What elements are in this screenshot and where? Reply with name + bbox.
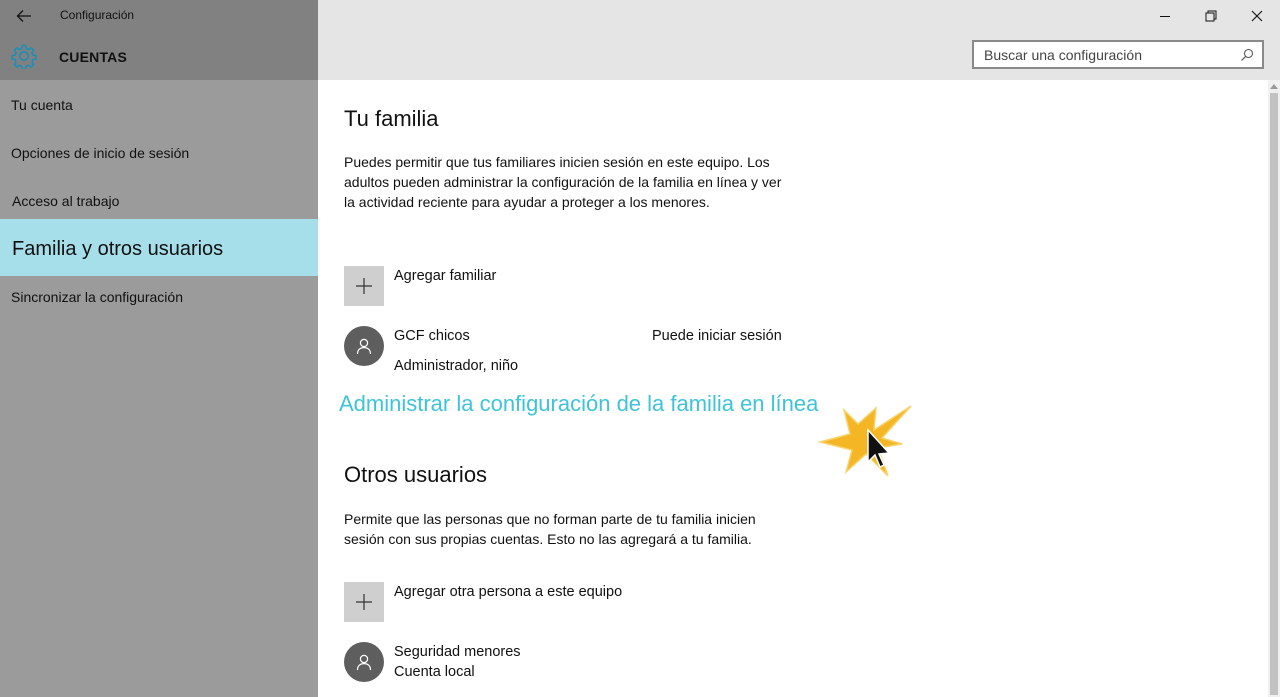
- search-box[interactable]: [972, 40, 1264, 69]
- back-arrow-icon: [16, 10, 31, 22]
- other-users-heading: Otros usuarios: [344, 462, 488, 487]
- sidebar-item-opciones-inicio-sesion[interactable]: Opciones de inicio de sesión: [0, 133, 318, 173]
- scrollbar-thumb[interactable]: [1270, 93, 1278, 695]
- app-title: Configuración: [60, 8, 135, 22]
- gear-icon: [11, 44, 37, 69]
- back-button[interactable]: [10, 4, 38, 28]
- sidebar-item-familia-otros-usuarios[interactable]: Familia y otros usuarios: [0, 219, 318, 276]
- title-bar-left: Configuración: [0, 0, 318, 32]
- add-other-user-button[interactable]: [344, 582, 384, 622]
- search-input[interactable]: [974, 42, 1236, 67]
- restore-icon: [1205, 10, 1217, 22]
- mouse-cursor-icon: [817, 405, 912, 477]
- person-icon: [356, 654, 372, 671]
- family-member-status: Puede iniciar sesión: [652, 328, 782, 344]
- section-title: CUENTAS: [59, 49, 128, 65]
- close-icon: [1251, 10, 1263, 22]
- sidebar-item-label: Familia y otros usuarios: [12, 238, 224, 260]
- avatar: [344, 326, 384, 366]
- scroll-up-button[interactable]: [1268, 80, 1280, 92]
- close-button[interactable]: [1234, 0, 1280, 32]
- minimize-button[interactable]: [1142, 0, 1188, 32]
- family-member-name[interactable]: GCF chicos: [394, 328, 470, 344]
- sidebar-item-sincronizar[interactable]: Sincronizar la configuración: [0, 277, 318, 317]
- add-family-label[interactable]: Agregar familiar: [394, 268, 496, 284]
- section-header: [0, 32, 318, 80]
- search-icon[interactable]: [1240, 48, 1254, 62]
- other-user-name[interactable]: Seguridad menores: [394, 644, 521, 660]
- family-member-role: Administrador, niño: [394, 358, 519, 374]
- avatar: [344, 642, 384, 682]
- chevron-up-icon: [1270, 84, 1278, 89]
- sidebar: Configuración CUENTAS Tu cuenta Opciones…: [0, 0, 318, 697]
- add-family-button[interactable]: [344, 266, 384, 306]
- family-description: Puedes permitir que tus familiares inici…: [344, 154, 782, 210]
- restore-button[interactable]: [1188, 0, 1234, 32]
- person-icon: [356, 338, 372, 355]
- sidebar-item-tu-cuenta[interactable]: Tu cuenta: [0, 85, 318, 125]
- add-other-user-label[interactable]: Agregar otra persona a este equipo: [394, 584, 622, 600]
- scrollbar[interactable]: [1268, 80, 1280, 697]
- sidebar-item-label: Acceso al trabajo: [12, 193, 120, 209]
- minimize-icon: [1160, 16, 1170, 17]
- sidebar-item-acceso-trabajo[interactable]: Acceso al trabajo: [0, 181, 318, 221]
- plus-icon: [356, 278, 372, 294]
- other-user-type: Cuenta local: [394, 664, 475, 680]
- sidebar-item-label: Opciones de inicio de sesión: [11, 145, 190, 161]
- sidebar-item-label: Tu cuenta: [11, 97, 73, 113]
- other-users-description: Permite que las personas que no forman p…: [344, 511, 756, 547]
- sidebar-item-label: Sincronizar la configuración: [11, 289, 183, 305]
- family-heading: Tu familia: [344, 106, 439, 131]
- plus-icon: [356, 594, 372, 610]
- manage-family-online-link[interactable]: Administrar la configuración de la famil…: [339, 391, 818, 417]
